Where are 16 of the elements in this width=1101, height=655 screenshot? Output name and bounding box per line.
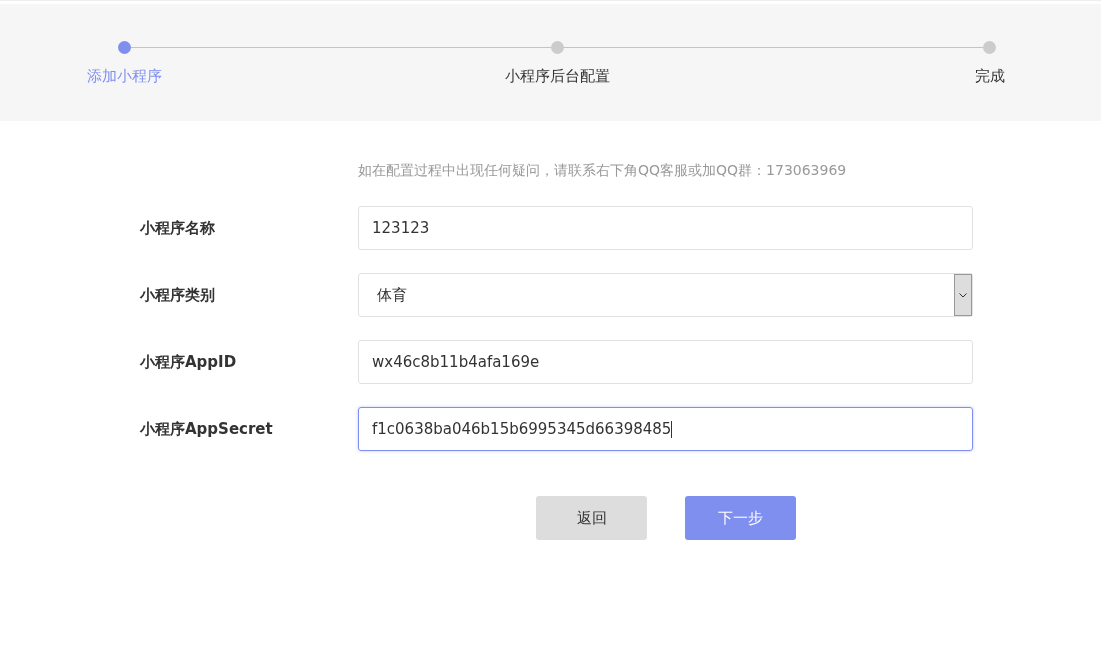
input-field[interactable]: wx46c8b11b4afa169e	[358, 340, 973, 384]
text-cursor	[671, 420, 673, 438]
help-text: 如在配置过程中出现任何疑问，请联系右下角QQ客服或加QQ群：173063969	[358, 162, 847, 180]
input-field[interactable]: 123123	[358, 206, 973, 250]
step-label: 小程序后台配置	[504, 67, 610, 86]
field-label: 小程序名称	[140, 218, 216, 238]
input-field[interactable]: f1c0638ba046b15b6995345d66398485	[358, 407, 973, 451]
step-label: 完成	[974, 67, 1005, 86]
chevron-down-icon	[959, 292, 967, 298]
step-label: 添加小程序	[87, 67, 162, 86]
field-label: 小程序AppID	[140, 352, 238, 372]
field-label: 小程序AppSecret	[140, 419, 274, 439]
select-field[interactable]: 体育	[358, 273, 973, 317]
back-button[interactable]: 返回	[536, 496, 647, 540]
dropdown-button[interactable]	[954, 274, 972, 316]
field-label: 小程序类别	[140, 285, 216, 305]
